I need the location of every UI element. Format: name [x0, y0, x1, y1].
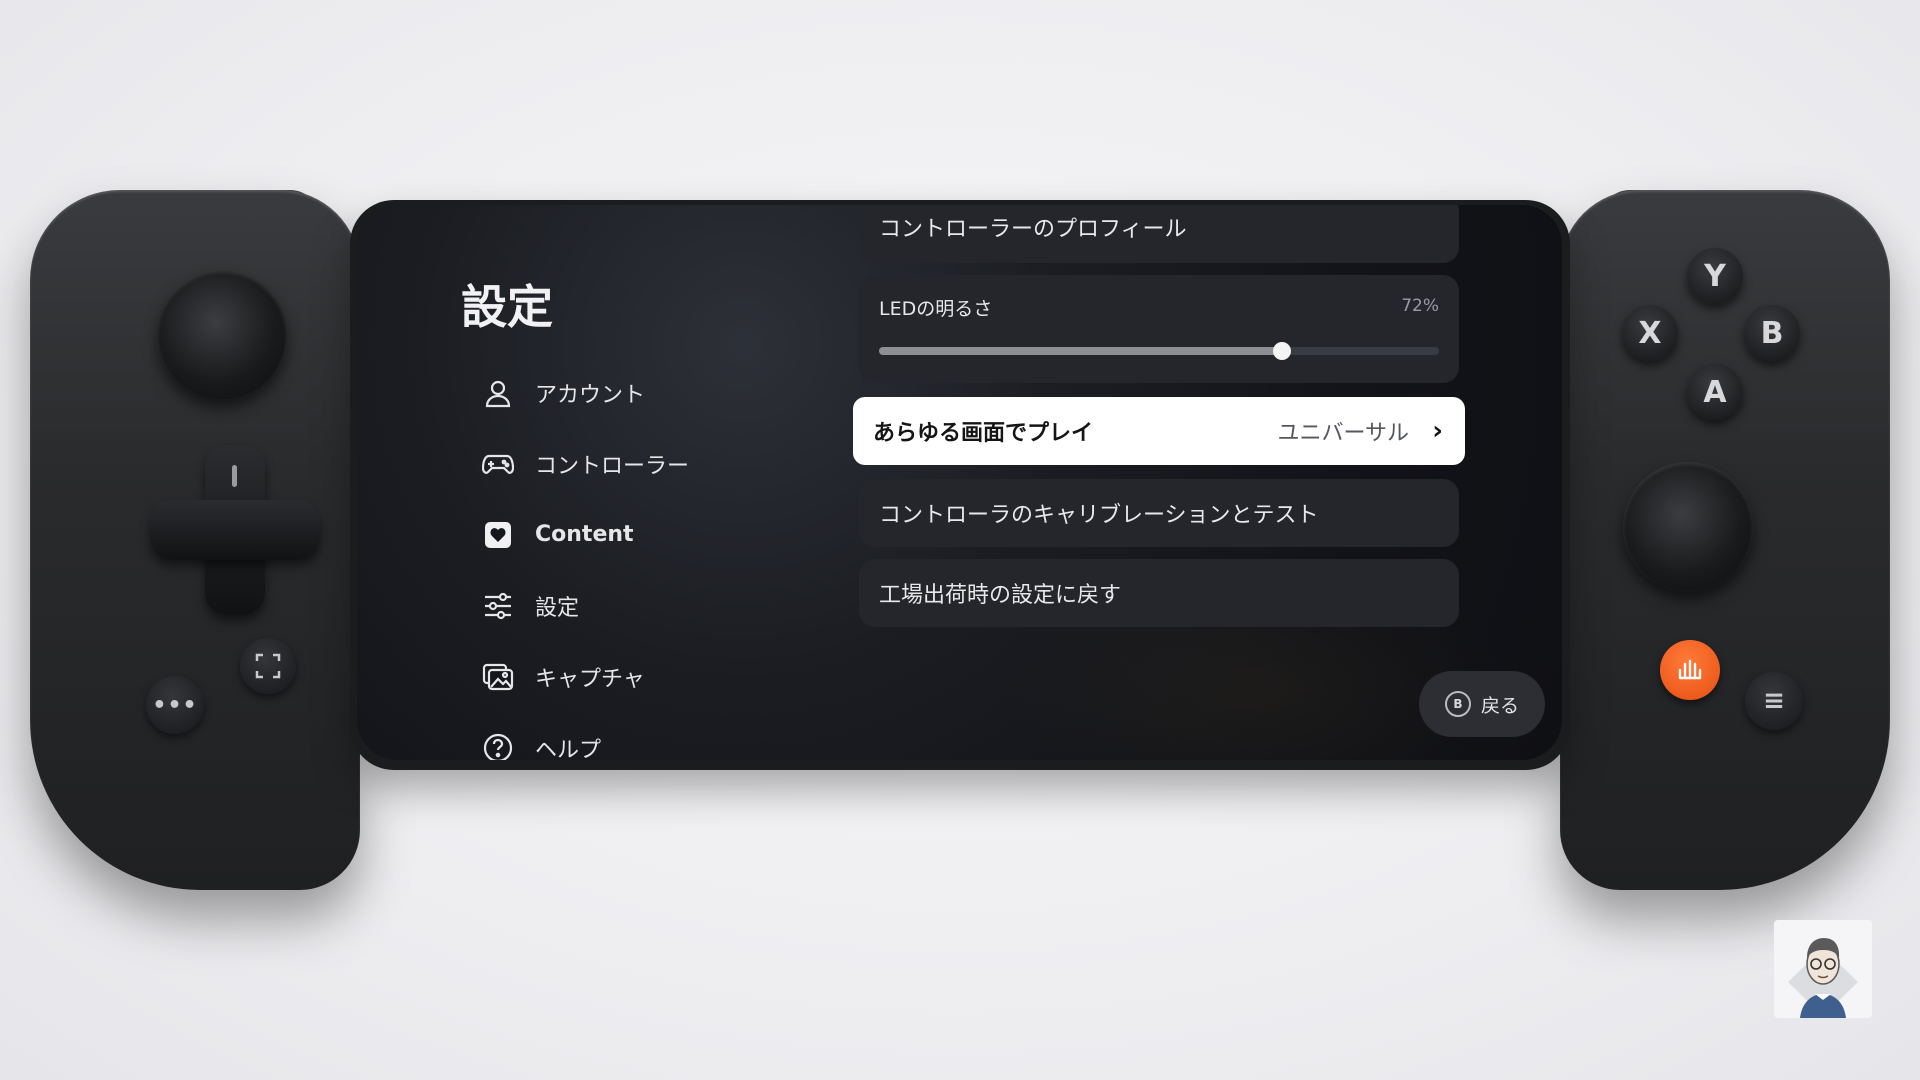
- led-brightness-slider[interactable]: [879, 342, 1439, 360]
- factory-reset-row[interactable]: 工場出荷時の設定に戻す: [859, 559, 1459, 627]
- right-thumbstick[interactable]: [1623, 462, 1753, 592]
- led-brightness-value: 72%: [1401, 296, 1439, 316]
- nav-item-settings[interactable]: 設定: [481, 570, 781, 641]
- row-label: コントローラのキャリブレーションとテスト: [879, 503, 1319, 528]
- b-button-glyph: B: [1444, 691, 1471, 717]
- settings-nav: アカウント コントローラー Content 設定 キャプチャ ヘルプ: [481, 357, 781, 760]
- nav-item-label: ヘルプ: [535, 737, 602, 761]
- nav-item-label: コントローラー: [535, 453, 690, 479]
- controller-profile-row[interactable]: コントローラーのプロフィール: [859, 205, 1459, 263]
- nav-item-label: Content: [535, 522, 634, 547]
- nav-item-help[interactable]: ヘルプ: [481, 712, 781, 760]
- options-button[interactable]: •••: [146, 676, 204, 734]
- menu-button[interactable]: ≡: [1745, 672, 1803, 730]
- face-button-b[interactable]: B: [1744, 305, 1800, 361]
- page-title: 設定: [461, 280, 553, 334]
- brand-logo-icon: [1678, 659, 1702, 680]
- play-on-any-screen-row[interactable]: あらゆる画面でプレイ ユニバーサル ›: [853, 397, 1465, 465]
- nav-item-content[interactable]: Content: [481, 499, 781, 570]
- capture-button[interactable]: [240, 638, 296, 694]
- help-icon: [481, 731, 515, 760]
- back-label: 戻る: [1480, 694, 1519, 717]
- home-button[interactable]: [1660, 640, 1720, 700]
- dpad-horizontal[interactable]: [150, 500, 320, 560]
- row-label: コントローラーのプロフィール: [879, 217, 1187, 242]
- row-label: 工場出荷時の設定に戻す: [879, 583, 1122, 608]
- nav-item-capture[interactable]: キャプチャ: [481, 641, 781, 712]
- hamburger-icon: ≡: [1763, 686, 1785, 716]
- face-button-x[interactable]: X: [1622, 305, 1678, 361]
- sliders-icon: [481, 589, 515, 623]
- back-button[interactable]: B 戻る: [1419, 671, 1545, 737]
- nav-item-label: キャプチャ: [535, 666, 645, 692]
- calibration-row[interactable]: コントローラのキャリブレーションとテスト: [859, 479, 1459, 547]
- row-value: ユニバーサル: [1277, 421, 1409, 446]
- dpad[interactable]: [150, 445, 320, 615]
- slider-fill: [879, 347, 1283, 355]
- face-button-a[interactable]: A: [1687, 364, 1743, 420]
- row-label: あらゆる画面でプレイ: [873, 421, 1094, 446]
- dpad-indicator: [232, 465, 237, 487]
- led-brightness-row: LEDの明るさ 72%: [859, 275, 1459, 383]
- gallery-icon: [481, 660, 515, 694]
- led-brightness-label: LEDの明るさ: [879, 298, 993, 320]
- more-dots-icon: •••: [152, 692, 198, 718]
- phone-screen: 設定 アカウント コントローラー Content 設定 キャプチャ ヘルプ コン…: [357, 205, 1562, 760]
- heart-badge-icon: [481, 518, 515, 552]
- nav-item-account[interactable]: アカウント: [481, 357, 781, 428]
- face-button-y[interactable]: Y: [1687, 248, 1743, 304]
- person-icon: [481, 376, 515, 410]
- slider-thumb[interactable]: [1273, 342, 1292, 360]
- left-thumbstick[interactable]: [157, 270, 287, 400]
- chevron-right-icon: ›: [1432, 416, 1443, 446]
- nav-item-controller[interactable]: コントローラー: [481, 428, 781, 499]
- avatar-watermark: [1774, 920, 1872, 1018]
- capture-frame-icon: [255, 653, 281, 679]
- nav-item-label: 設定: [535, 595, 580, 621]
- nav-item-label: アカウント: [535, 382, 646, 408]
- gamepad-icon: [481, 447, 515, 481]
